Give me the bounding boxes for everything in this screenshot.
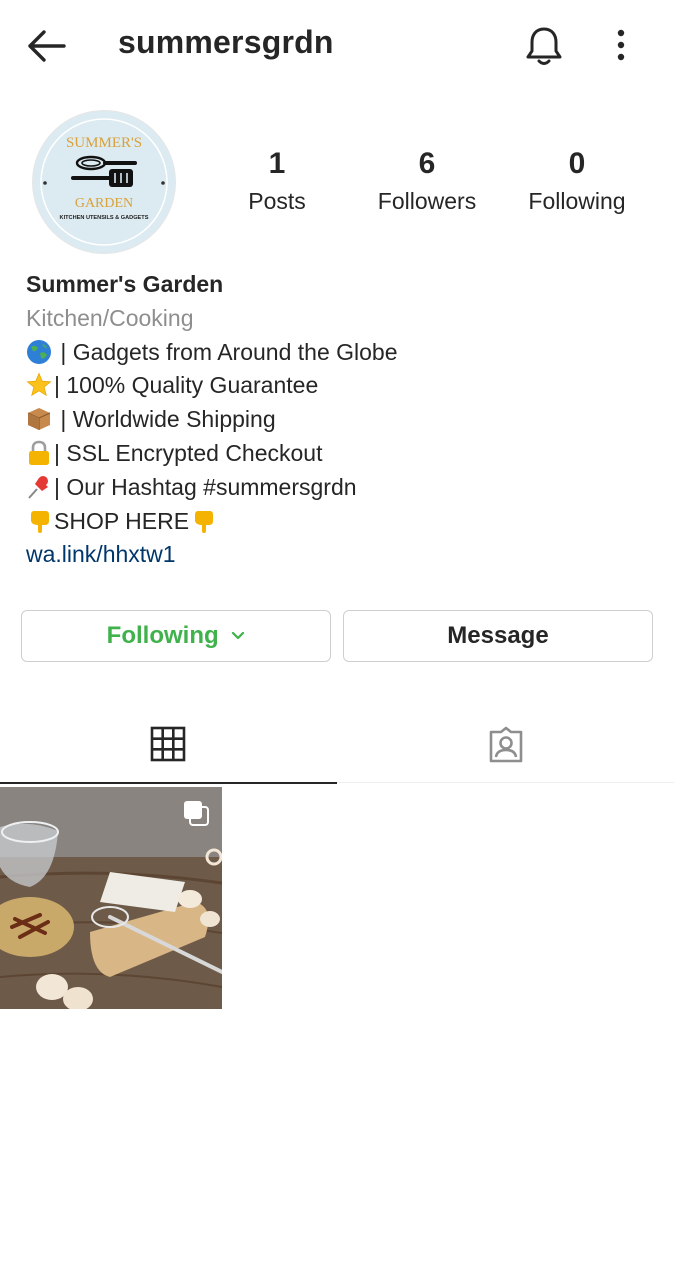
tab-posts-grid[interactable] [0,700,337,784]
tab-tagged[interactable] [337,700,674,783]
globe-icon [27,339,51,364]
followers-label: Followers [377,188,477,214]
message-button-label: Message [447,622,549,649]
profile-name: Summer's Garden [26,271,224,297]
following-count: 0 [568,147,586,180]
pushpin-icon [28,475,48,499]
svg-text:KITCHEN UTENSILS & GADGETS: KITCHEN UTENSILS & GADGETS [60,215,149,221]
chevron-down-icon [232,631,245,640]
following-label: Following [528,188,626,214]
bio-line: | Worldwide Shipping [26,403,646,437]
posts-label: Posts [248,188,306,214]
svg-text:SUMMER'S: SUMMER'S [66,135,142,151]
posts-count: 1 [268,147,286,180]
lock-icon [29,440,49,465]
top-bar: summersgrdn [0,0,674,92]
bio-line: | SSL Encrypted Checkout [26,437,646,471]
stat-followers[interactable]: 6 Followers [357,146,497,216]
pointing-down-icon [31,510,49,533]
profile-link[interactable]: wa.link/hhxtw1 [26,538,646,572]
following-button[interactable]: Following [21,610,331,662]
more-options-button[interactable] [606,28,636,62]
pointing-down-icon [195,510,214,533]
profile-avatar[interactable]: SUMMER'S GARDEN KITCHEN UTENSILS & GADGE… [32,110,176,254]
stat-posts[interactable]: 1 Posts [207,146,347,216]
bio-line: | Gadgets from Around the Globe [26,336,646,370]
bio-line-shop: SHOP HERE [26,505,646,539]
followers-count: 6 [418,147,436,180]
bio-line: | 100% Quality Guarantee [26,369,646,403]
stat-following[interactable]: 0 Following [507,146,647,216]
bio-line: | Our Hashtag #summersgrdn [26,471,646,505]
arrow-left-icon [28,30,66,62]
star-icon [26,372,52,397]
tagged-icon [489,726,523,763]
back-button[interactable] [24,26,68,66]
grid-icon [150,726,186,762]
svg-text:GARDEN: GARDEN [75,196,133,211]
multiple-posts-icon [184,801,209,826]
profile-category: Kitchen/Cooking [26,304,194,331]
message-button[interactable]: Message [343,610,653,662]
notifications-button[interactable] [522,24,566,68]
following-button-label: Following [106,622,219,649]
package-icon [27,408,51,431]
more-vertical-icon [617,29,625,61]
summers-garden-logo: SUMMER'S GARDEN KITCHEN UTENSILS & GADGE… [34,112,174,252]
profile-username: summersgrdn [118,24,334,60]
post-thumbnail[interactable] [0,787,222,1009]
profile-bio: Summer's Garden Kitchen/Cooking | Gadget… [26,268,646,572]
bell-icon [526,27,562,65]
